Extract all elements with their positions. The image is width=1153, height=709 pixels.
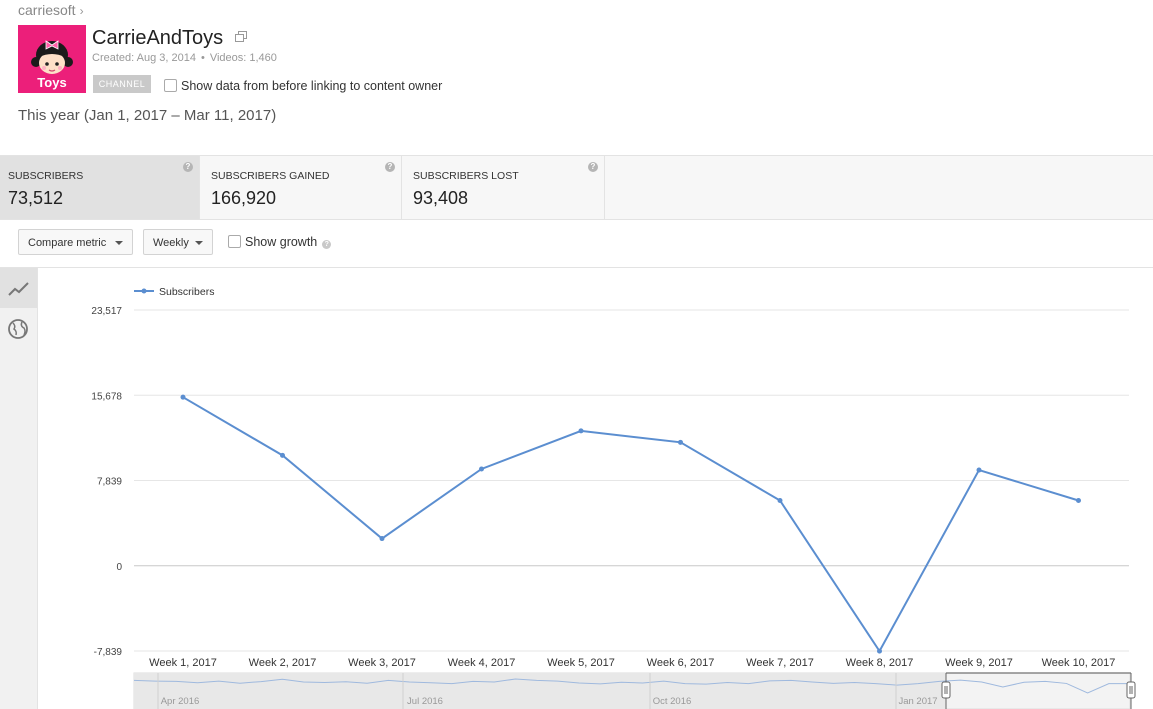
show-growth-checkbox[interactable] [228, 235, 241, 248]
navigator-label: Jan 2017 [898, 696, 937, 707]
x-tick-label: Week 10, 2017 [1042, 657, 1116, 669]
help-icon[interactable]: ? [322, 240, 332, 249]
help-icon[interactable]: ? [385, 162, 395, 172]
metric-subscribers-lost[interactable]: SUBSCRIBERS LOST 93,408 ? [402, 156, 605, 219]
navigator-label: Oct 2016 [653, 696, 692, 707]
avatar-text: Toys [37, 75, 67, 90]
caret-down-icon [115, 241, 123, 245]
data-point[interactable] [180, 394, 186, 400]
line-chart-icon [8, 282, 29, 296]
navigator-label: Apr 2016 [161, 696, 200, 707]
meta-separator: • [200, 52, 205, 64]
channel-badge: CHANNEL [93, 75, 151, 93]
x-tick-label: Week 5, 2017 [547, 657, 615, 669]
help-icon[interactable]: ? [183, 162, 193, 172]
show-growth-label[interactable]: Show growth [245, 235, 317, 249]
channel-created: Created: Aug 3, 2014 [92, 52, 196, 64]
data-point[interactable] [678, 439, 683, 445]
data-point[interactable] [578, 428, 584, 434]
x-tick-label: Week 2, 2017 [249, 657, 317, 669]
metric-value: 166,920 [211, 188, 277, 208]
y-tick-label: -7,839 [94, 647, 123, 658]
data-point[interactable] [877, 648, 882, 654]
metric-value: 93,408 [413, 188, 469, 208]
metric-value: 73,512 [8, 188, 64, 208]
metric-label: SUBSCRIBERS [8, 170, 84, 182]
x-tick-label: Week 4, 2017 [448, 657, 516, 669]
channel-meta: Created: Aug 3, 2014 • Videos: 1,460 [92, 52, 277, 64]
metric-label: SUBSCRIBERS LOST [413, 170, 519, 182]
data-point[interactable] [379, 536, 385, 542]
map-view-button[interactable] [0, 309, 37, 349]
x-tick-label: Week 9, 2017 [945, 657, 1013, 669]
legend-marker [141, 288, 147, 294]
line-chart-button[interactable] [0, 268, 37, 308]
navigator-right-handle[interactable] [1126, 681, 1136, 699]
x-tick-label: Week 6, 2017 [647, 657, 715, 669]
navigator-label: Jul 2016 [407, 696, 443, 707]
channel-avatar[interactable]: Toys [18, 25, 86, 93]
x-tick-label: Week 3, 2017 [348, 657, 416, 669]
metric-label: SUBSCRIBERS GAINED [211, 170, 330, 182]
globe-icon [8, 319, 28, 339]
data-point[interactable] [777, 497, 783, 503]
date-range[interactable]: This year (Jan 1, 2017 – Mar 11, 2017) [18, 107, 276, 124]
x-tick-label: Week 8, 2017 [846, 657, 914, 669]
channel-title[interactable]: CarrieAndToys [92, 25, 247, 50]
data-point[interactable] [479, 466, 484, 472]
chart-type-sidebar [0, 268, 38, 709]
y-tick-label: 0 [116, 562, 122, 573]
metric-subscribers[interactable]: SUBSCRIBERS 73,512 ? [0, 156, 200, 219]
breadcrumb-label[interactable]: carriesoft [18, 2, 76, 18]
subscribers-chart[interactable]: 23,517 15,678 7,839 0 -7,839 Week 1, 2017 Wee… [38, 268, 1153, 709]
compare-metric-label[interactable]: Compare metric [28, 237, 106, 249]
navigator-left-handle[interactable] [941, 681, 951, 699]
caret-down-icon [195, 241, 203, 245]
legend-label: Subscribers [159, 286, 214, 298]
interval-label[interactable]: Weekly [153, 237, 189, 249]
navigator-unselected-region [134, 673, 946, 709]
y-tick-label: 7,839 [97, 477, 122, 488]
help-icon[interactable]: ? [588, 162, 598, 172]
series-line-subscribers [182, 396, 1079, 654]
show-growth-toggle[interactable]: Show growth? [228, 235, 332, 249]
show-data-toggle[interactable]: Show data from before linking to content… [164, 79, 442, 93]
metric-subscribers-gained[interactable]: SUBSCRIBERS GAINED 166,920 ? [200, 156, 402, 219]
chevron-right-icon: › [79, 4, 84, 18]
external-link-icon[interactable] [234, 25, 247, 48]
metrics-bar: SUBSCRIBERS 73,512 ? SUBSCRIBERS GAINED … [0, 155, 1153, 220]
breadcrumb[interactable]: carriesoft › [18, 2, 84, 18]
x-tick-label: Week 1, 2017 [149, 657, 217, 669]
data-point[interactable] [280, 452, 285, 458]
channel-videos: Videos: 1,460 [209, 52, 277, 64]
show-data-checkbox[interactable] [164, 79, 177, 92]
channel-title-text[interactable]: CarrieAndToys [92, 27, 223, 49]
compare-metric-dropdown[interactable]: Compare metric [18, 229, 133, 255]
interval-dropdown[interactable]: Weekly [143, 229, 213, 255]
y-tick-label: 15,678 [91, 391, 122, 402]
data-point[interactable] [1076, 497, 1081, 503]
x-tick-label: Week 7, 2017 [746, 657, 814, 669]
data-point[interactable] [976, 467, 982, 473]
y-tick-label: 23,517 [91, 306, 122, 317]
chart-controls: Compare metric Weekly Show growth? [0, 219, 1153, 268]
show-data-label[interactable]: Show data from before linking to content… [181, 79, 442, 93]
